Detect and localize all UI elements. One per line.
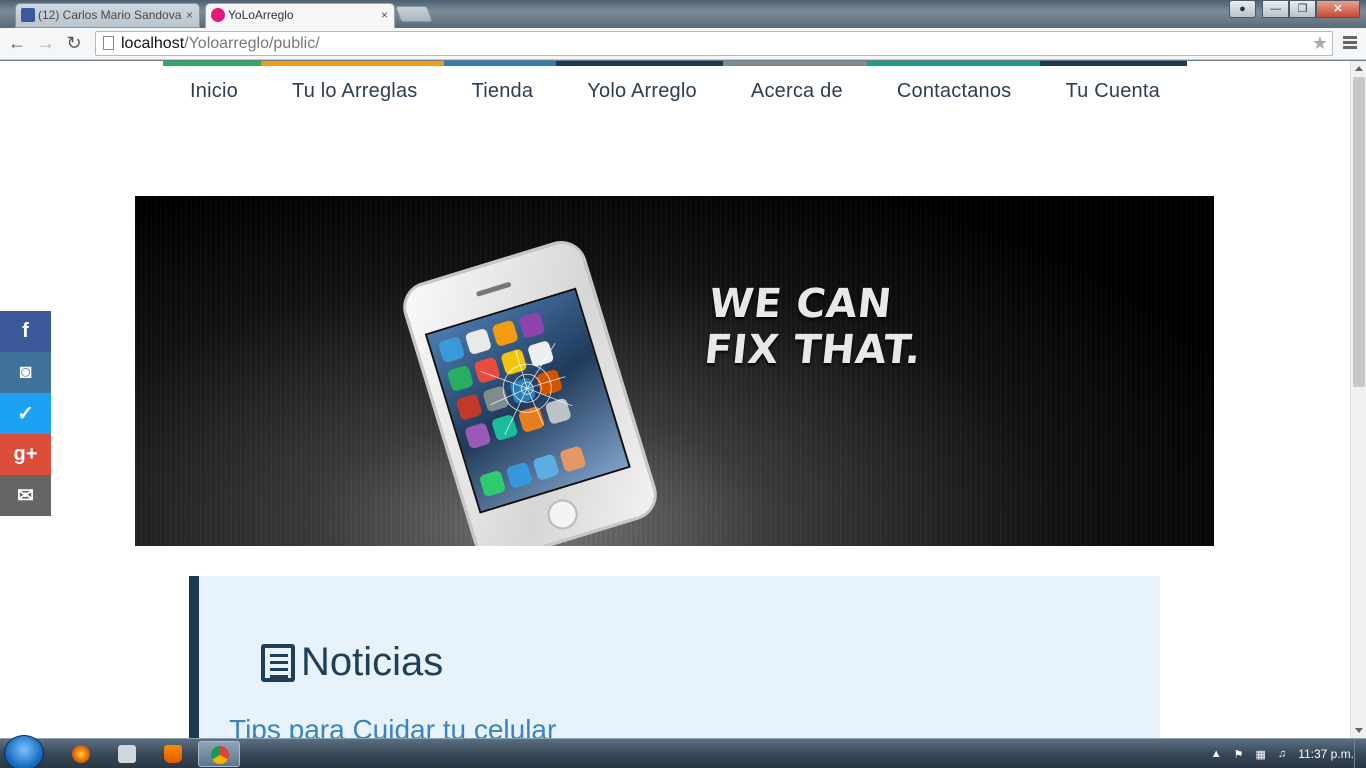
network-icon[interactable]: ▦ [1256,748,1266,761]
social-share-bar: f ◙ ✓ g+ ✉ [0,311,51,516]
user-icon[interactable]: ● [1229,0,1256,18]
hero-line-1: WE CAN [707,281,895,327]
url-host: localhost [121,35,185,52]
nav-tu-lo-arreglas[interactable]: Tu lo Arreglas [292,80,417,103]
instagram-share-button[interactable]: ◙ [0,352,51,393]
reload-icon[interactable]: ↻ [63,32,85,54]
site-favicon-icon [211,8,225,22]
nav-tu-cuenta[interactable]: Tu Cuenta [1065,80,1159,103]
hero-banner: WE CAN FIX THAT. [135,196,1214,546]
hero-background [135,196,1214,546]
close-icon[interactable]: × [381,4,388,26]
close-window-button[interactable]: ✕ [1316,0,1360,18]
taskbar-vlc[interactable] [152,741,194,767]
google-plus-share-button[interactable]: g+ [0,434,51,475]
nav-acerca-de[interactable]: Acerca de [751,80,843,103]
news-item-link[interactable]: Tips para Cuidar tu celular [229,714,556,738]
shield-icon [118,745,136,763]
news-title: Noticias [301,640,444,684]
tab-facebook[interactable]: (12) Carlos Mario Sandova × [15,3,200,28]
minimize-button[interactable]: — [1262,0,1289,18]
browser-titlebar: (12) Carlos Mario Sandova × YoLoArreglo … [0,0,1366,28]
facebook-icon [21,8,35,22]
show-desktop-button[interactable] [1354,739,1366,768]
close-icon[interactable]: × [186,4,193,26]
url-path: /Yoloarreglo/public/ [184,35,320,52]
new-tab-button[interactable] [395,6,433,22]
bookmark-star-icon[interactable]: ★ [1312,32,1328,55]
news-section: Noticias Tips para Cuidar tu celular [189,576,1160,738]
page-viewport: Inicio Tu lo Arreglas Tienda Yolo Arregl… [0,61,1350,738]
volume-icon[interactable]: ♫ [1278,748,1286,760]
vertical-scrollbar[interactable] [1350,61,1366,738]
nav-yolo-arreglo[interactable]: Yolo Arreglo [587,80,697,103]
scroll-down-arrow-icon[interactable] [1355,728,1363,733]
maximize-button[interactable]: ❐ [1289,0,1316,18]
nav-contactanos[interactable]: Contactanos [897,80,1012,103]
browser-toolbar: ← → ↻ localhost/Yoloarreglo/public/ ★ [0,28,1366,60]
taskbar-firefox[interactable] [60,741,102,767]
flag-icon[interactable]: ⚑ [1234,748,1244,761]
forward-arrow-icon[interactable]: → [35,32,57,54]
twitter-share-button[interactable]: ✓ [0,393,51,434]
vlc-cone-icon [164,745,182,763]
taskbar-chrome[interactable] [198,741,240,767]
back-arrow-icon[interactable]: ← [6,32,28,54]
site-nav: Inicio Tu lo Arreglas Tienda Yolo Arregl… [163,66,1187,116]
clock[interactable]: 11:37 p.m. [1298,747,1354,761]
tray-expand-icon[interactable]: ▲ [1211,748,1222,760]
scroll-thumb[interactable] [1353,77,1365,387]
address-bar[interactable]: localhost/Yoloarreglo/public/ ★ [95,31,1333,56]
system-tray: ▲ ⚑ ▦ ♫ 11:37 p.m. [1211,739,1366,768]
nav-inicio[interactable]: Inicio [190,80,238,103]
firefox-icon [72,745,90,763]
window-controls: ● — ❐ ✕ [1229,0,1360,18]
tab-title: YoLoArreglo [228,8,294,22]
menu-icon[interactable] [1343,36,1357,50]
facebook-share-button[interactable]: f [0,311,51,352]
newspaper-icon [261,643,295,682]
taskbar-shield[interactable] [106,741,148,767]
os-taskbar: ▲ ⚑ ▦ ♫ 11:37 p.m. [0,735,1366,768]
hero-slogan: WE CAN FIX THAT. [702,281,928,373]
start-button[interactable] [4,735,44,768]
tab-yoloarreglo[interactable]: YoLoArreglo × [205,3,395,28]
news-heading: Noticias [261,640,443,685]
email-share-button[interactable]: ✉ [0,475,51,516]
scroll-up-arrow-icon[interactable] [1355,66,1363,71]
chrome-icon [211,746,229,764]
page-icon [103,36,114,50]
tab-title: (12) Carlos Mario Sandova [38,8,182,22]
hero-line-2: FIX THAT. [702,327,924,373]
nav-tienda[interactable]: Tienda [472,80,534,103]
